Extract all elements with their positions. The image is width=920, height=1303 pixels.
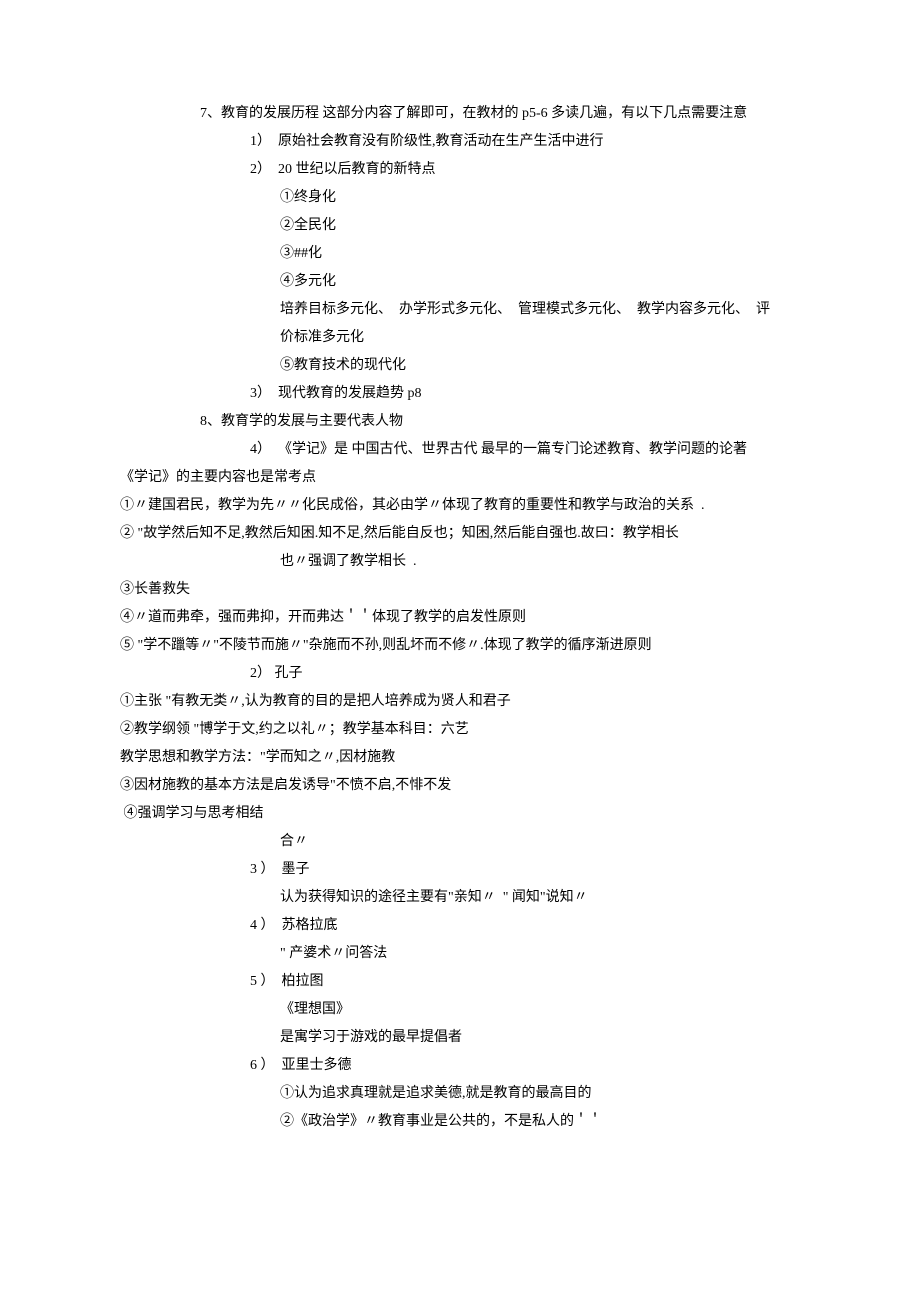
text-line: ③长善救失: [120, 576, 800, 604]
text-line: ①主张 "有教无类〃,认为教育的目的是把人培养成为贤人和君子: [120, 688, 800, 716]
text-line: 2） 孔子: [120, 660, 800, 688]
text-line: 认为获得知识的途径主要有"亲知〃 " 闻知"说知〃: [120, 884, 800, 912]
text-line: 价标准多元化: [120, 324, 800, 352]
text-line: ①〃建国君民，教学为先〃〃化民成俗，其必由学〃体现了教育的重要性和教学与政治的关…: [120, 492, 800, 520]
text-line: 5 ） 柏拉图: [120, 968, 800, 996]
text-line: 2） 20 世纪以后教育的新特点: [120, 156, 800, 184]
text-line: ②全民化: [120, 212, 800, 240]
text-line: ③##化: [120, 240, 800, 268]
document-page: 7、教育的发展历程 这部分内容了解即可，在教材的 p5-6 多读几遍，有以下几点…: [0, 0, 920, 1216]
text-line: ⑤ "学不躐等〃"不陵节而施〃"杂施而不孙,则乱坏而不修〃.体现了教学的循序渐进…: [120, 632, 800, 660]
text-line: ② "故学然后知不足,教然后知困.知不足,然后能自反也；知困,然后能自强也.故曰…: [120, 520, 800, 548]
text-line: 4 ） 苏格拉底: [120, 912, 800, 940]
text-line: ④强调学习与思考相结: [120, 800, 800, 828]
text-line: 3 ） 墨子: [120, 856, 800, 884]
text-line: ④〃道而弗牵，强而弗抑，开而弗达＇＇体现了教学的启发性原则: [120, 604, 800, 632]
text-line: 《学记》的主要内容也是常考点: [120, 464, 800, 492]
text-line: 培养目标多元化、 办学形式多元化、 管理模式多元化、 教学内容多元化、 评: [120, 296, 800, 324]
text-line: ②《政治学》〃教育事业是公共的，不是私人的＇＇: [120, 1108, 800, 1136]
text-line: 7、教育的发展历程 这部分内容了解即可，在教材的 p5-6 多读几遍，有以下几点…: [120, 100, 800, 128]
text-line: 合〃: [120, 828, 800, 856]
text-line: 1） 原始社会教育没有阶级性,教育活动在生产生活中进行: [120, 128, 800, 156]
text-line: 3） 现代教育的发展趋势 p8: [120, 380, 800, 408]
text-line: 8、教育学的发展与主要代表人物: [120, 408, 800, 436]
text-line: 6 ） 亚里士多德: [120, 1052, 800, 1080]
text-line: 是寓学习于游戏的最早提倡者: [120, 1024, 800, 1052]
text-line: ②教学纲领 "博学于文,约之以礼〃；教学基本科目：六艺: [120, 716, 800, 744]
text-line: ⑤教育技术的现代化: [120, 352, 800, 380]
text-line: 4） 《学记》是 中国古代、世界古代 最早的一篇专门论述教育、教学问题的论著: [120, 436, 800, 464]
text-line: ①认为追求真理就是追求美德,就是教育的最高目的: [120, 1080, 800, 1108]
text-line: ①终身化: [120, 184, 800, 212]
text-line: 教学思想和教学方法："学而知之〃,因材施教: [120, 744, 800, 772]
text-line: ③因材施教的基本方法是启发诱导"不愤不启,不悱不发: [120, 772, 800, 800]
text-line: ④多元化: [120, 268, 800, 296]
text-line: 也〃强调了教学相长 .: [120, 548, 800, 576]
text-line: 《理想国》: [120, 996, 800, 1024]
text-line: " 产婆术〃问答法: [120, 940, 800, 968]
